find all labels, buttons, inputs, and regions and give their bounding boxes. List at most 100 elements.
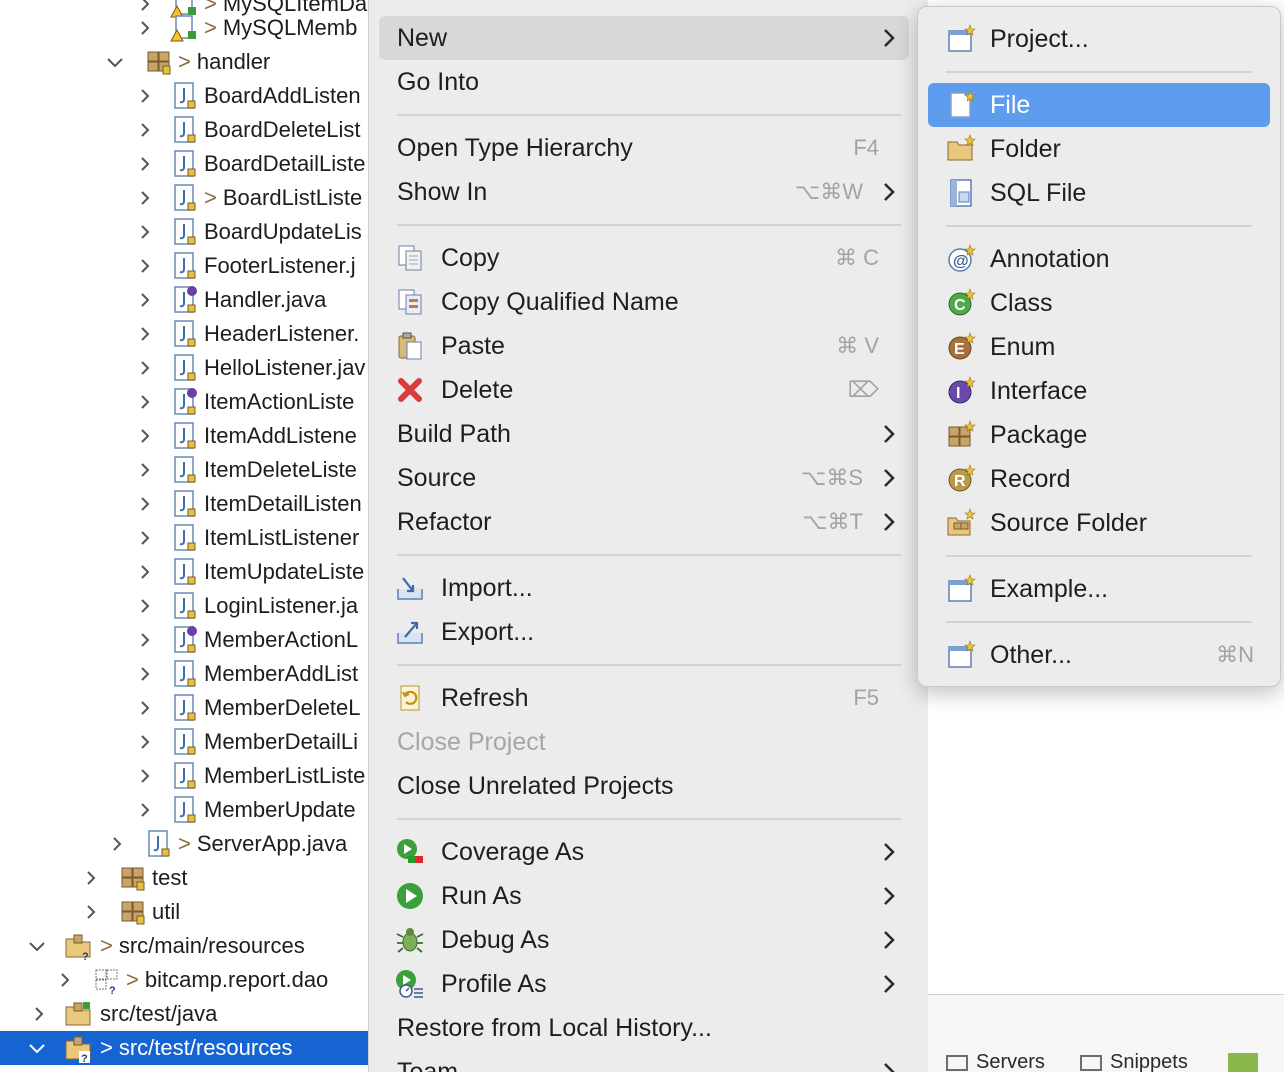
menu-item-copy-qualified-name[interactable]: Copy Qualified Name bbox=[379, 280, 909, 324]
tree-item-java-file[interactable]: MemberUpdate bbox=[0, 793, 368, 827]
tree-item-java-file[interactable]: MemberAddList bbox=[0, 657, 368, 691]
submenu-item-other[interactable]: Other... ⌘N bbox=[928, 633, 1270, 677]
tree-item-java-file[interactable]: LoginListener.ja bbox=[0, 589, 368, 623]
menu-item-profile-as[interactable]: Profile As bbox=[379, 962, 909, 1006]
tree-item-java-file[interactable]: HelloListener.jav bbox=[0, 351, 368, 385]
submenu-item-folder[interactable]: Folder bbox=[928, 127, 1270, 171]
chevron-right-icon[interactable] bbox=[134, 11, 156, 45]
chevron-right-icon[interactable] bbox=[80, 895, 102, 929]
chevron-right-icon[interactable] bbox=[134, 249, 156, 283]
chevron-right-icon[interactable] bbox=[134, 657, 156, 691]
menu-item-refactor[interactable]: Refactor ⌥⌘T bbox=[379, 500, 909, 544]
tree-item-java-file[interactable]: ItemDetailListen bbox=[0, 487, 368, 521]
chevron-right-icon[interactable] bbox=[134, 419, 156, 453]
chevron-right-icon[interactable] bbox=[134, 147, 156, 181]
tree-item-java-file[interactable]: > BoardListListe bbox=[0, 181, 368, 215]
submenu-item-file[interactable]: File bbox=[928, 83, 1270, 127]
menu-item-open-type-hierarchy[interactable]: Open Type Hierarchy F4 bbox=[379, 126, 909, 170]
menu-item-coverage-as[interactable]: Coverage As bbox=[379, 830, 909, 874]
menu-item-copy[interactable]: Copy ⌘ C bbox=[379, 236, 909, 280]
submenu-item-sql-file[interactable]: SQL File bbox=[928, 171, 1270, 215]
chevron-right-icon[interactable] bbox=[134, 555, 156, 589]
menu-item-refresh[interactable]: Refresh F5 bbox=[379, 676, 909, 720]
java-file-icon bbox=[174, 218, 196, 245]
tree-item-java-file[interactable]: Handler.java bbox=[0, 283, 368, 317]
tree-item-java-file[interactable]: ItemListListener bbox=[0, 521, 368, 555]
chevron-right-icon[interactable] bbox=[80, 861, 102, 895]
menu-item-source[interactable]: Source ⌥⌘S bbox=[379, 456, 909, 500]
submenu-item-package[interactable]: Package bbox=[928, 413, 1270, 457]
submenu-item-class[interactable]: C Class bbox=[928, 281, 1270, 325]
tree-item-java-file[interactable]: ItemAddListene bbox=[0, 419, 368, 453]
chevron-down-icon[interactable] bbox=[26, 1031, 48, 1065]
submenu-item-project[interactable]: Project... bbox=[928, 17, 1270, 61]
chevron-right-icon[interactable] bbox=[134, 181, 156, 215]
tree-item-handler-package[interactable]: > handler bbox=[0, 45, 368, 79]
chevron-right-icon[interactable] bbox=[134, 385, 156, 419]
chevron-right-icon[interactable] bbox=[106, 827, 128, 861]
menu-item-team[interactable]: Team bbox=[379, 1050, 909, 1072]
chevron-right-icon[interactable] bbox=[134, 759, 156, 793]
tree-item-java-file[interactable]: HeaderListener. bbox=[0, 317, 368, 351]
tree-item-java-file[interactable]: BoardAddListen bbox=[0, 79, 368, 113]
submenu-item-record[interactable]: R Record bbox=[928, 457, 1270, 501]
chevron-right-icon[interactable] bbox=[134, 793, 156, 827]
submenu-item-enum[interactable]: E Enum bbox=[928, 325, 1270, 369]
chevron-right-icon[interactable] bbox=[134, 351, 156, 385]
chevron-right-icon[interactable] bbox=[134, 487, 156, 521]
chevron-right-icon[interactable] bbox=[134, 453, 156, 487]
tree-item-java-file[interactable]: MemberActionL bbox=[0, 623, 368, 657]
tree-item-java-file[interactable]: BoardDetailListe bbox=[0, 147, 368, 181]
submenu-item-interface[interactable]: I Interface bbox=[928, 369, 1270, 413]
tree-item-src-test-resources[interactable]: ? > src/test/resources bbox=[0, 1031, 368, 1065]
chevron-down-icon[interactable] bbox=[104, 45, 126, 79]
tree-item-test-package[interactable]: test bbox=[0, 861, 368, 895]
chevron-right-icon[interactable] bbox=[134, 215, 156, 249]
chevron-right-icon[interactable] bbox=[134, 283, 156, 317]
tree-item-java-file[interactable]: BoardUpdateLis bbox=[0, 215, 368, 249]
menu-item-close-unrelated-projects[interactable]: Close Unrelated Projects bbox=[379, 764, 909, 808]
tab-snippets[interactable]: Snippets bbox=[1080, 1051, 1188, 1072]
tab-servers[interactable]: Servers bbox=[946, 1051, 1045, 1072]
menu-item-import[interactable]: Import... bbox=[379, 566, 909, 610]
tree-item-java-file[interactable]: BoardDeleteList bbox=[0, 113, 368, 147]
chevron-right-icon[interactable] bbox=[134, 113, 156, 147]
tab-overflow-icon[interactable] bbox=[1228, 1051, 1258, 1072]
chevron-right-icon[interactable] bbox=[134, 79, 156, 113]
chevron-right-icon[interactable] bbox=[134, 725, 156, 759]
tree-item-java-file[interactable]: FooterListener.j bbox=[0, 249, 368, 283]
chevron-right-icon[interactable] bbox=[134, 589, 156, 623]
menu-item-show-in[interactable]: Show In ⌥⌘W bbox=[379, 170, 909, 214]
tree-item-java-file[interactable]: ItemActionListe bbox=[0, 385, 368, 419]
tree-item-src-main-resources[interactable]: ? > src/main/resources bbox=[0, 929, 368, 963]
menu-item-go-into[interactable]: Go Into bbox=[379, 60, 909, 104]
tree-item-java-file[interactable]: MemberDeleteL bbox=[0, 691, 368, 725]
submenu-item-source-folder[interactable]: Source Folder bbox=[928, 501, 1270, 545]
tree-item-util-package[interactable]: util bbox=[0, 895, 368, 929]
chevron-right-icon[interactable] bbox=[54, 963, 76, 997]
menu-item-delete[interactable]: Delete ⌦ bbox=[379, 368, 909, 412]
chevron-right-icon[interactable] bbox=[28, 997, 50, 1031]
menu-item-build-path[interactable]: Build Path bbox=[379, 412, 909, 456]
menu-item-new[interactable]: New bbox=[379, 16, 909, 60]
tree-item-java-file[interactable]: ItemDeleteListe bbox=[0, 453, 368, 487]
chevron-down-icon[interactable] bbox=[26, 929, 48, 963]
tree-item-serverapp[interactable]: > ServerApp.java bbox=[0, 827, 368, 861]
chevron-right-icon[interactable] bbox=[134, 623, 156, 657]
tree-item-src-test-java[interactable]: src/test/java bbox=[0, 997, 368, 1031]
tree-item-bitcamp-report-dao[interactable]: ? > bitcamp.report.dao bbox=[0, 963, 368, 997]
submenu-item-example[interactable]: Example... bbox=[928, 567, 1270, 611]
menu-item-run-as[interactable]: Run As bbox=[379, 874, 909, 918]
chevron-right-icon[interactable] bbox=[134, 691, 156, 725]
menu-item-debug-as[interactable]: Debug As bbox=[379, 918, 909, 962]
tree-item-mysqlmember[interactable]: > MySQLMemb bbox=[0, 11, 368, 45]
menu-item-paste[interactable]: Paste ⌘ V bbox=[379, 324, 909, 368]
submenu-item-annotation[interactable]: @ Annotation bbox=[928, 237, 1270, 281]
chevron-right-icon[interactable] bbox=[134, 317, 156, 351]
chevron-right-icon[interactable] bbox=[134, 521, 156, 555]
tree-item-java-file[interactable]: ItemUpdateListe bbox=[0, 555, 368, 589]
menu-item-export[interactable]: Export... bbox=[379, 610, 909, 654]
tree-item-java-file[interactable]: MemberDetailLi bbox=[0, 725, 368, 759]
tree-item-java-file[interactable]: MemberListListe bbox=[0, 759, 368, 793]
menu-item-restore-from-local-history[interactable]: Restore from Local History... bbox=[379, 1006, 909, 1050]
